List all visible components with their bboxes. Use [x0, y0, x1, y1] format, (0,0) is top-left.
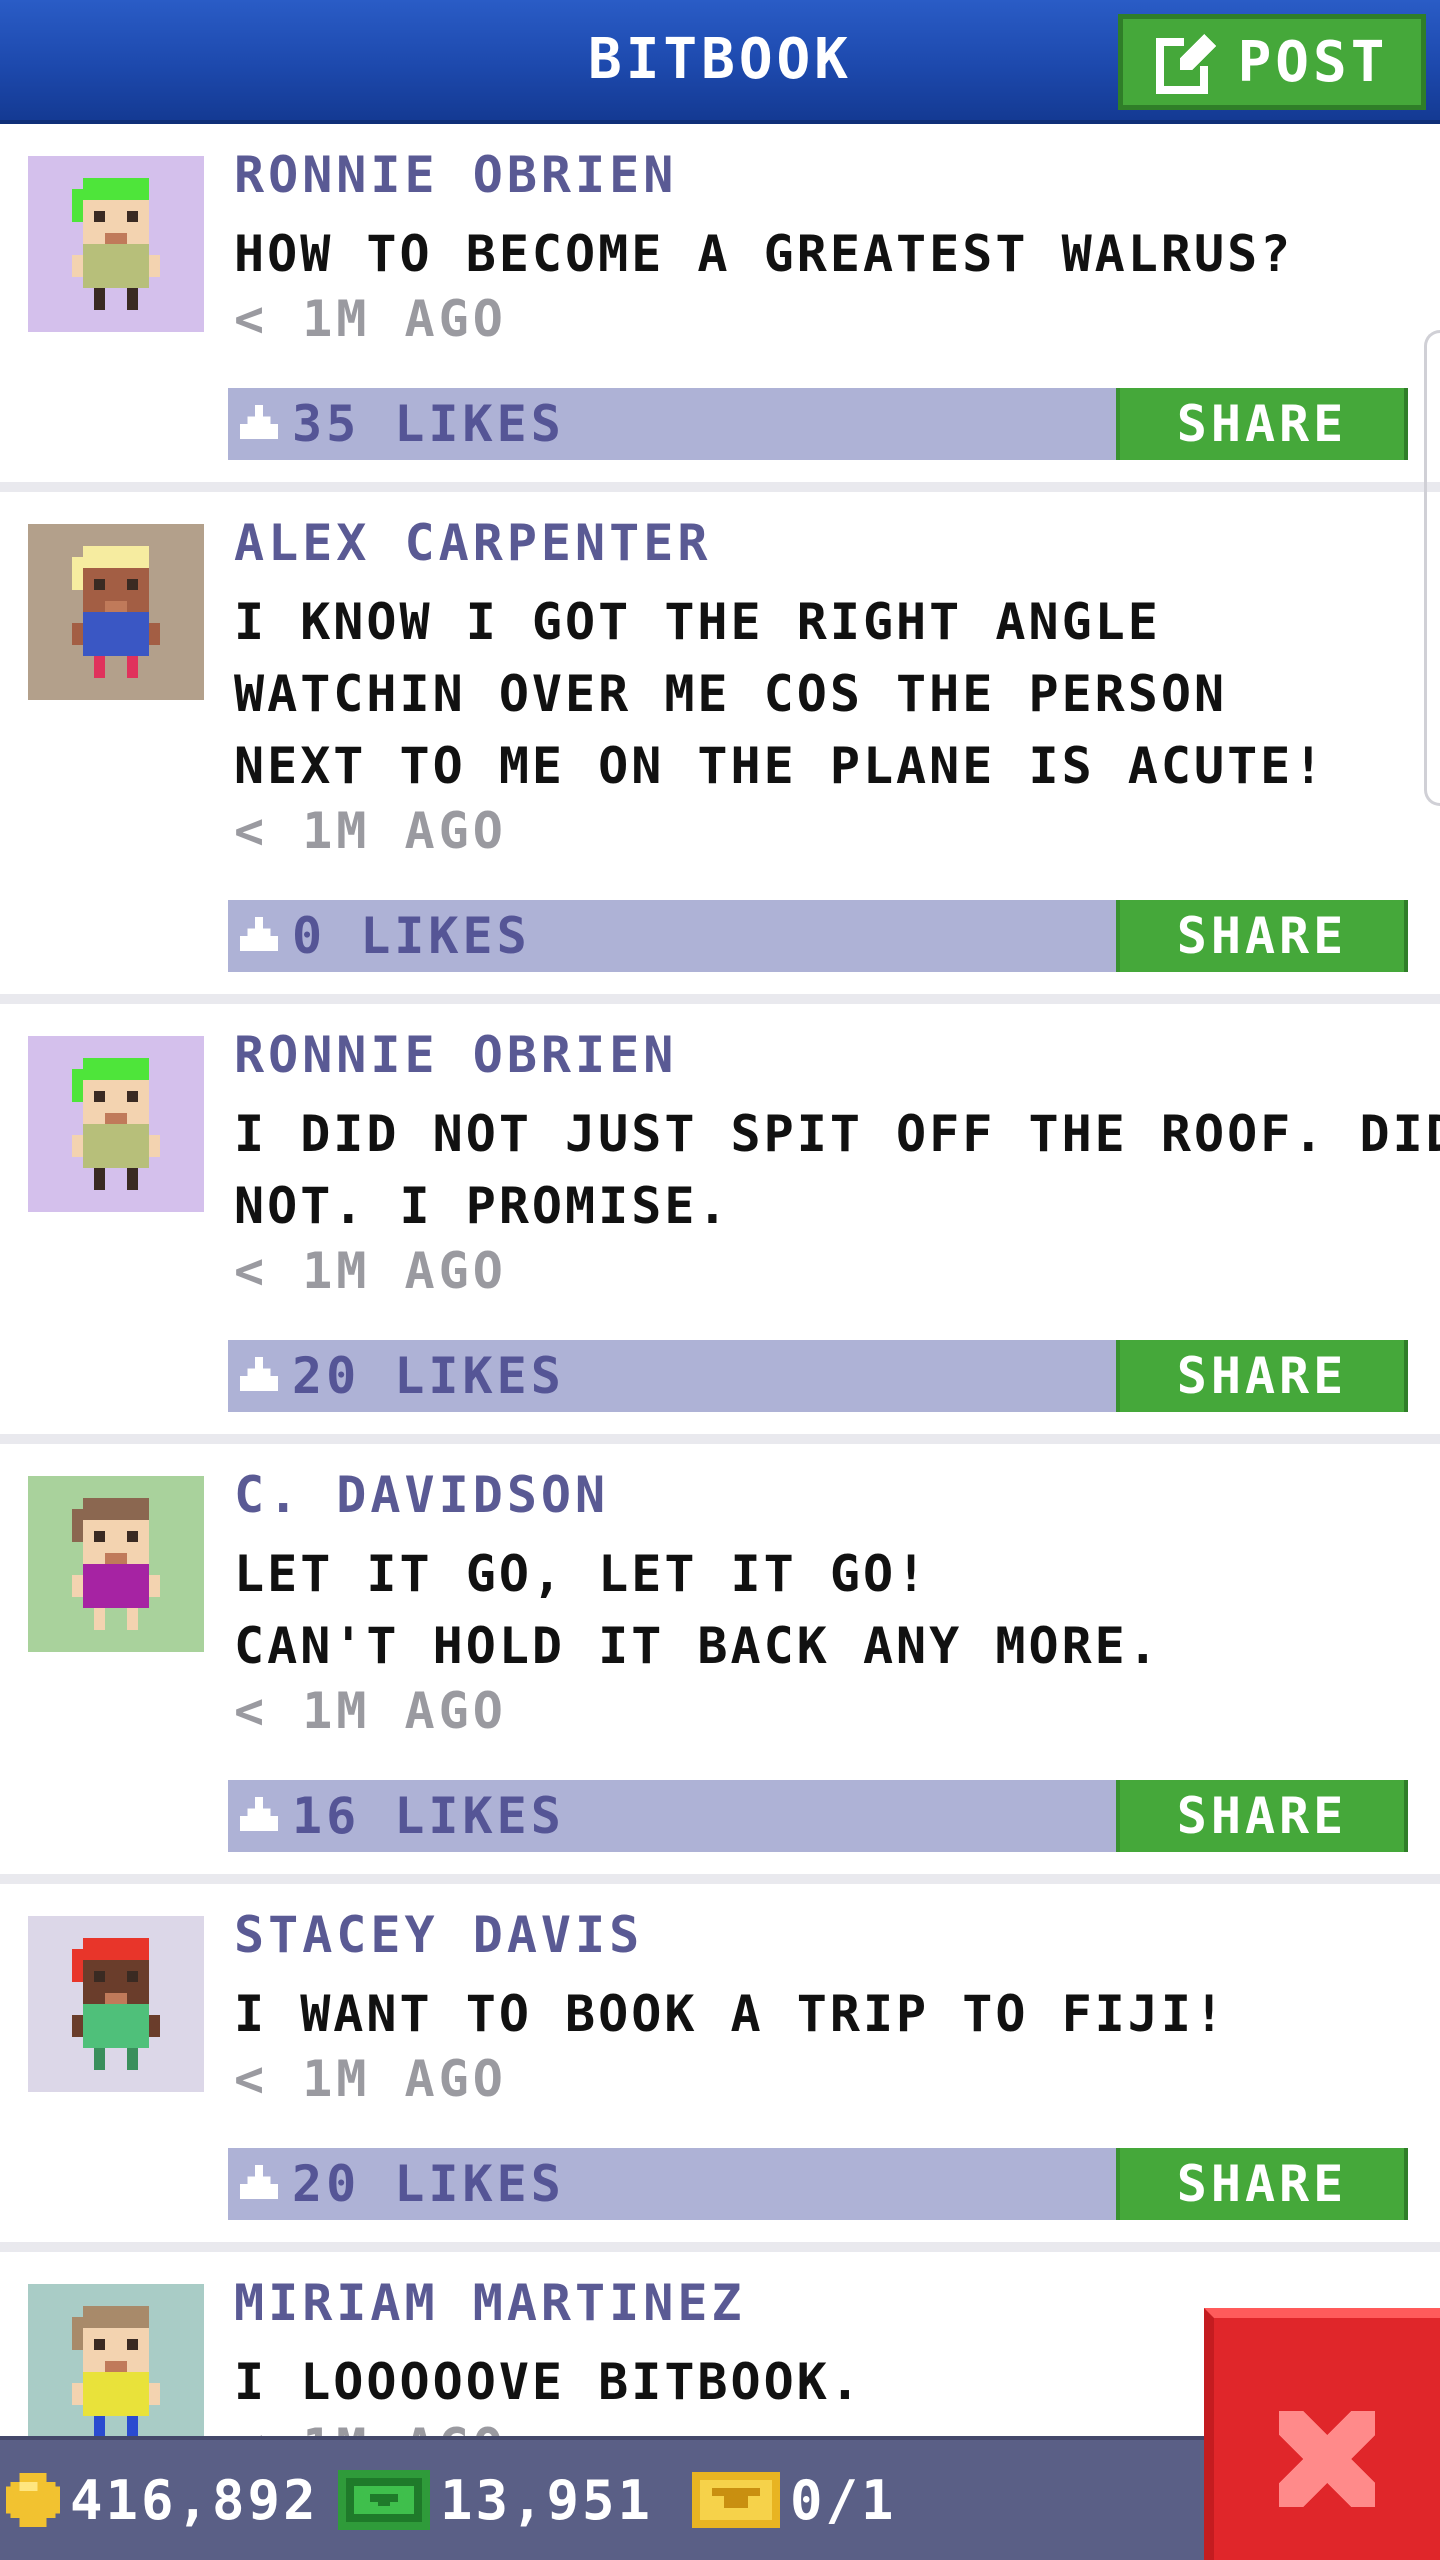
feed-list[interactable]: RONNIE OBRIEN HOW TO BECOME A GREATEST W…	[0, 124, 1440, 2436]
thumbs-up-icon	[240, 917, 278, 952]
feed-post: RONNIE OBRIEN HOW TO BECOME A GREATEST W…	[0, 124, 1440, 492]
person-avatar-icon	[28, 2284, 204, 2436]
post-text: I WANT TO BOOK A TRIP TO FIJI!	[234, 1978, 1424, 2050]
post-action-bar: 16 LIKES SHARE	[228, 1780, 1408, 1852]
post-text-line: CAN'T HOLD IT BACK ANY MORE.	[234, 1617, 1161, 1675]
avatar[interactable]	[28, 2284, 204, 2436]
likes-button[interactable]: 20 LIKES	[240, 2148, 565, 2220]
post-text-line: HOW TO BECOME A GREATEST WALRUS?	[234, 225, 1294, 283]
person-avatar-icon	[28, 1476, 204, 1652]
person-avatar-icon	[28, 524, 204, 700]
thumbs-up-icon	[240, 1357, 278, 1392]
post-author[interactable]: RONNIE OBRIEN	[234, 1026, 677, 1084]
post-text-line: NEXT TO ME ON THE PLANE IS ACUTE!	[234, 737, 1327, 795]
post-author[interactable]: MIRIAM MARTINEZ	[234, 2274, 746, 2332]
post-action-bar: 0 LIKES SHARE	[228, 900, 1408, 972]
bux-icon	[338, 2470, 430, 2530]
feed-post: ALEX CARPENTER I KNOW I GOT THE RIGHT AN…	[0, 492, 1440, 1004]
post-action-bar: 35 LIKES SHARE	[228, 388, 1408, 460]
person-avatar-icon	[28, 1036, 204, 1212]
likes-count: 20 LIKES	[292, 1347, 565, 1405]
feed-post: STACEY DAVIS I WANT TO BOOK A TRIP TO FI…	[0, 1884, 1440, 2252]
coins-value: 416,892	[70, 2468, 319, 2532]
post-text-line: WATCHIN OVER ME COS THE PERSON	[234, 665, 1228, 723]
post-author[interactable]: C. DAVIDSON	[234, 1466, 609, 1524]
close-icon	[1279, 2411, 1375, 2507]
post-text-line: I KNOW I GOT THE RIGHT ANGLE	[234, 593, 1161, 651]
post-text-line: NOT. I PROMISE.	[234, 1177, 731, 1235]
post-author[interactable]: RONNIE OBRIEN	[234, 146, 677, 204]
post-time: < 1M AGO	[234, 1682, 507, 1740]
avatar[interactable]	[28, 156, 204, 332]
post-text: I DID NOT JUST SPIT OFF THE ROOF. DID NO…	[234, 1098, 1440, 1242]
tickets-value: 0/1	[790, 2468, 897, 2532]
app-header: BITBOOK POST	[0, 0, 1440, 124]
coins-stat: 416,892	[6, 2440, 319, 2560]
post-button[interactable]: POST	[1118, 14, 1426, 110]
post-time: < 1M AGO	[234, 290, 507, 348]
avatar[interactable]	[28, 1916, 204, 2092]
post-action-bar: 20 LIKES SHARE	[228, 2148, 1408, 2220]
likes-button[interactable]: 20 LIKES	[240, 1340, 565, 1412]
post-time: < 1M AGO	[234, 1242, 507, 1300]
thumbs-up-icon	[240, 1797, 278, 1832]
avatar[interactable]	[28, 1476, 204, 1652]
post-time: < 1M AGO	[234, 2050, 507, 2108]
likes-button[interactable]: 35 LIKES	[240, 388, 565, 460]
likes-count: 16 LIKES	[292, 1787, 565, 1845]
coin-icon	[6, 2473, 60, 2527]
share-button[interactable]: SHARE	[1116, 900, 1408, 972]
likes-button[interactable]: 16 LIKES	[240, 1780, 565, 1852]
post-text-line: LET IT GO, LET IT GO!	[234, 1545, 930, 1603]
share-button[interactable]: SHARE	[1116, 1340, 1408, 1412]
edit-icon	[1155, 34, 1216, 94]
person-avatar-icon	[28, 156, 204, 332]
feed-post: RONNIE OBRIEN I DID NOT JUST SPIT OFF TH…	[0, 1004, 1440, 1444]
post-time: < 1M AGO	[234, 2418, 507, 2436]
bux-value: 13,951	[440, 2468, 654, 2532]
bux-stat: 13,951	[338, 2440, 653, 2560]
post-action-bar: 20 LIKES SHARE	[228, 1340, 1408, 1412]
likes-count: 35 LIKES	[292, 395, 565, 453]
post-time: < 1M AGO	[234, 802, 507, 860]
post-text-line: I WANT TO BOOK A TRIP TO FIJI!	[234, 1985, 1228, 2043]
post-button-label: POST	[1237, 29, 1389, 95]
scroll-handle[interactable]	[1424, 330, 1440, 806]
thumbs-up-icon	[240, 2165, 278, 2200]
post-author[interactable]: ALEX CARPENTER	[234, 514, 711, 572]
share-button[interactable]: SHARE	[1116, 2148, 1408, 2220]
avatar[interactable]	[28, 1036, 204, 1212]
thumbs-up-icon	[240, 405, 278, 440]
post-text: HOW TO BECOME A GREATEST WALRUS?	[234, 218, 1424, 290]
likes-count: 0 LIKES	[292, 907, 531, 965]
avatar[interactable]	[28, 524, 204, 700]
person-avatar-icon	[28, 1916, 204, 2092]
post-author[interactable]: STACEY DAVIS	[234, 1906, 643, 1964]
share-button[interactable]: SHARE	[1116, 1780, 1408, 1852]
likes-button[interactable]: 0 LIKES	[240, 900, 531, 972]
share-button[interactable]: SHARE	[1116, 388, 1408, 460]
post-text-line: I DID NOT JUST SPIT OFF THE ROOF. DID	[234, 1105, 1440, 1163]
post-text: I KNOW I GOT THE RIGHT ANGLE WATCHIN OVE…	[234, 586, 1424, 802]
post-text: LET IT GO, LET IT GO! CAN'T HOLD IT BACK…	[234, 1538, 1424, 1682]
feed-post: C. DAVIDSON LET IT GO, LET IT GO! CAN'T …	[0, 1444, 1440, 1884]
ticket-icon	[692, 2472, 780, 2528]
tickets-stat: 0/1	[692, 2440, 897, 2560]
close-button[interactable]	[1204, 2308, 1440, 2560]
likes-count: 20 LIKES	[292, 2155, 565, 2213]
